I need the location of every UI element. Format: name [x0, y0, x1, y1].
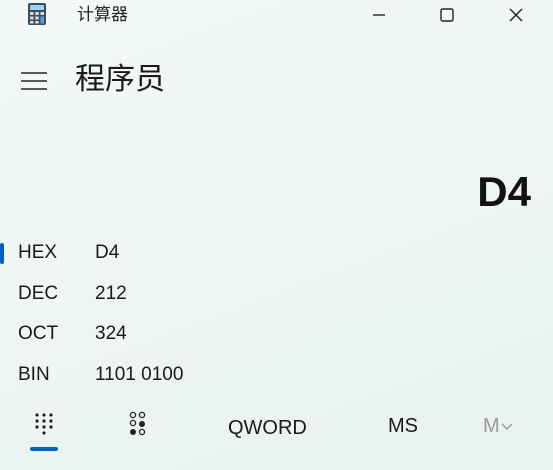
- minimize-button[interactable]: [356, 0, 402, 30]
- calculator-app-icon: [28, 3, 46, 25]
- selected-indicator: [0, 243, 4, 264]
- memory-view-label: M: [483, 414, 500, 437]
- chevron-down-icon: [501, 419, 513, 434]
- radix-value: D4: [95, 242, 120, 263]
- radix-value: 324: [95, 323, 127, 344]
- full-keypad-button[interactable]: [28, 408, 60, 440]
- result-display: D4: [477, 168, 531, 215]
- active-tab-indicator: [30, 447, 58, 451]
- radix-label: BIN: [18, 364, 50, 385]
- mode-title: 程序员: [75, 62, 165, 97]
- hamburger-icon: [21, 72, 47, 90]
- word-size-button[interactable]: QWORD: [228, 414, 307, 442]
- title-bar: 计算器: [0, 0, 553, 30]
- radix-row-bin[interactable]: BIN 1101 0100: [0, 357, 300, 393]
- radix-row-hex[interactable]: HEX D4: [0, 235, 300, 271]
- close-button[interactable]: [493, 0, 539, 30]
- memory-view-button[interactable]: M: [483, 412, 513, 440]
- maximize-button[interactable]: [424, 0, 470, 30]
- memory-store-button[interactable]: MS: [388, 412, 418, 440]
- radix-label: DEC: [18, 283, 59, 304]
- maximize-icon: [440, 8, 454, 22]
- navigation-menu-button[interactable]: [19, 68, 49, 94]
- minimize-icon: [373, 14, 385, 16]
- close-icon: [509, 8, 523, 22]
- radix-label: HEX: [18, 242, 58, 263]
- radix-label: OCT: [18, 323, 59, 344]
- radix-value: 1101 0100: [95, 364, 184, 385]
- bit-toggling-keypad-button[interactable]: [122, 408, 154, 440]
- full-keypad-icon: [35, 413, 53, 435]
- radix-row-dec[interactable]: DEC 212: [0, 276, 300, 312]
- radix-value: 212: [95, 283, 127, 304]
- window-title: 计算器: [77, 5, 128, 25]
- radix-row-oct[interactable]: OCT 324: [0, 316, 300, 352]
- bit-toggling-keypad-icon: [129, 411, 146, 436]
